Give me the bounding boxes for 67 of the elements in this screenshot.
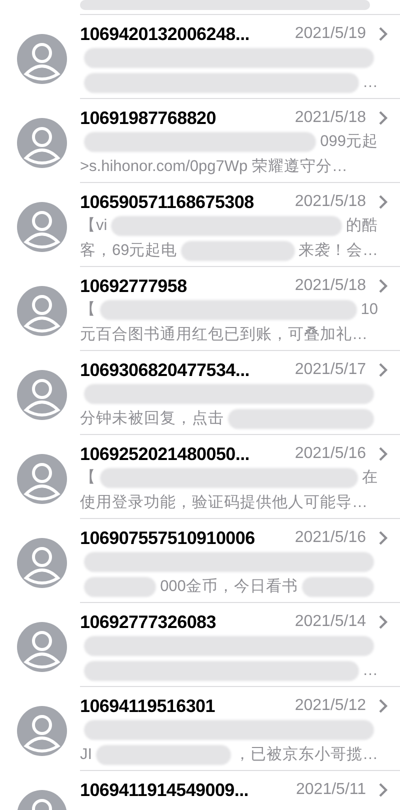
sender-number: 10692777958: [80, 274, 187, 298]
sender-number: 1069252021480050...: [80, 442, 250, 466]
message-date: 2021/5/11: [295, 780, 366, 800]
message-date: 2021/5/18: [294, 192, 366, 212]
message-preview: ，已被京东小哥揽…: [234, 744, 378, 765]
chevron-icon: [378, 782, 388, 798]
message-row[interactable]: 10691987768820 2021/5/18 099元起 >s.hihonor.com/0pg7Wp 荣耀遵守分…: [0, 98, 400, 182]
sender-number: 106590571168675308: [80, 190, 254, 214]
message-preview: 在: [362, 468, 378, 488]
chevron-icon: [378, 530, 388, 546]
message-row[interactable]: 1069411914549009... 2021/5/11: [0, 770, 400, 810]
message-preview: 10: [360, 300, 378, 320]
message-date: 2021/5/12: [294, 696, 366, 716]
sender-number: 10694119516301: [80, 694, 215, 718]
message-preview: >s.hihonor.com/0pg7Wp 荣耀遵守分…: [80, 156, 348, 177]
sender-number: 10691987768820: [80, 106, 216, 130]
message-preview: 【vi: [80, 216, 108, 236]
message-row[interactable]: 10692777326083 2021/5/14 …: [0, 602, 400, 686]
message-preview: 【: [80, 468, 96, 488]
chevron-icon: [378, 26, 388, 42]
chevron-icon: [378, 446, 388, 462]
message-date: 2021/5/16: [294, 528, 366, 548]
message-preview: …: [362, 72, 378, 93]
chevron-icon: [378, 614, 388, 630]
message-preview: JI: [80, 744, 92, 765]
message-preview: 元百合图书通用红包已到账，可叠加礼…: [80, 324, 368, 345]
message-preview: 099元起: [320, 132, 378, 152]
message-preview: …: [362, 660, 378, 681]
message-row[interactable]: 106590571168675308 2021/5/18 【vi 的酷 客，69元起电 来袭！会…: [0, 182, 400, 266]
avatar-icon: [17, 370, 67, 420]
sender-number: 106907557510910006: [80, 526, 255, 550]
message-row[interactable]: 10692777958 2021/5/18 【 10 元百合图书通用红包已到账，可叠加礼…: [0, 266, 400, 350]
sender-number: 1069420132006248...: [80, 22, 250, 46]
message-row[interactable]: 1069306820477534... 2021/5/17 分钟未被回复，点击: [0, 350, 400, 434]
message-preview: 的酷: [346, 216, 378, 236]
message-row[interactable]: 1069252021480050... 2021/5/16 【 在 使用登录功能，验证码提供他人可能导…: [0, 434, 400, 518]
message-date: 2021/5/18: [294, 276, 366, 296]
message-date: 2021/5/19: [294, 24, 366, 44]
sender-number: 1069411914549009...: [80, 778, 248, 802]
chevron-icon: [378, 110, 388, 126]
avatar-icon: [17, 286, 67, 336]
message-row[interactable]: 106907557510910006 2021/5/16 000金币，今日看书: [0, 518, 400, 602]
chevron-icon: [378, 278, 388, 294]
avatar-icon: [17, 118, 67, 168]
chevron-icon: [378, 698, 388, 714]
message-date: 2021/5/18: [294, 108, 366, 128]
message-preview: 客，69元起电: [80, 240, 178, 261]
message-preview: 【: [80, 300, 96, 320]
avatar-icon: [17, 34, 67, 84]
avatar-icon: [17, 622, 67, 672]
message-date: 2021/5/16: [294, 444, 366, 464]
message-preview: 使用登录功能，验证码提供他人可能导…: [80, 492, 368, 513]
sender-number: 10692777326083: [80, 610, 216, 634]
avatar-icon: [17, 706, 67, 756]
chevron-icon: [378, 362, 388, 378]
avatar-icon: [17, 454, 67, 504]
sender-number: 1069306820477534...: [80, 358, 250, 382]
message-date: 2021/5/14: [294, 612, 366, 632]
message-row[interactable]: 10694119516301 2021/5/12 JI ，已被京东小哥揽…: [0, 686, 400, 770]
message-preview: 000金币，今日看书: [160, 576, 298, 597]
message-preview: 来袭！会…: [298, 240, 378, 261]
avatar-icon: [17, 202, 67, 252]
avatar-icon: [17, 538, 67, 588]
chevron-icon: [378, 194, 388, 210]
message-date: 2021/5/17: [294, 360, 366, 380]
message-preview: 分钟未被回复，点击: [80, 408, 224, 429]
message-row[interactable]: 1069420132006248... 2021/5/19 …: [0, 14, 400, 98]
